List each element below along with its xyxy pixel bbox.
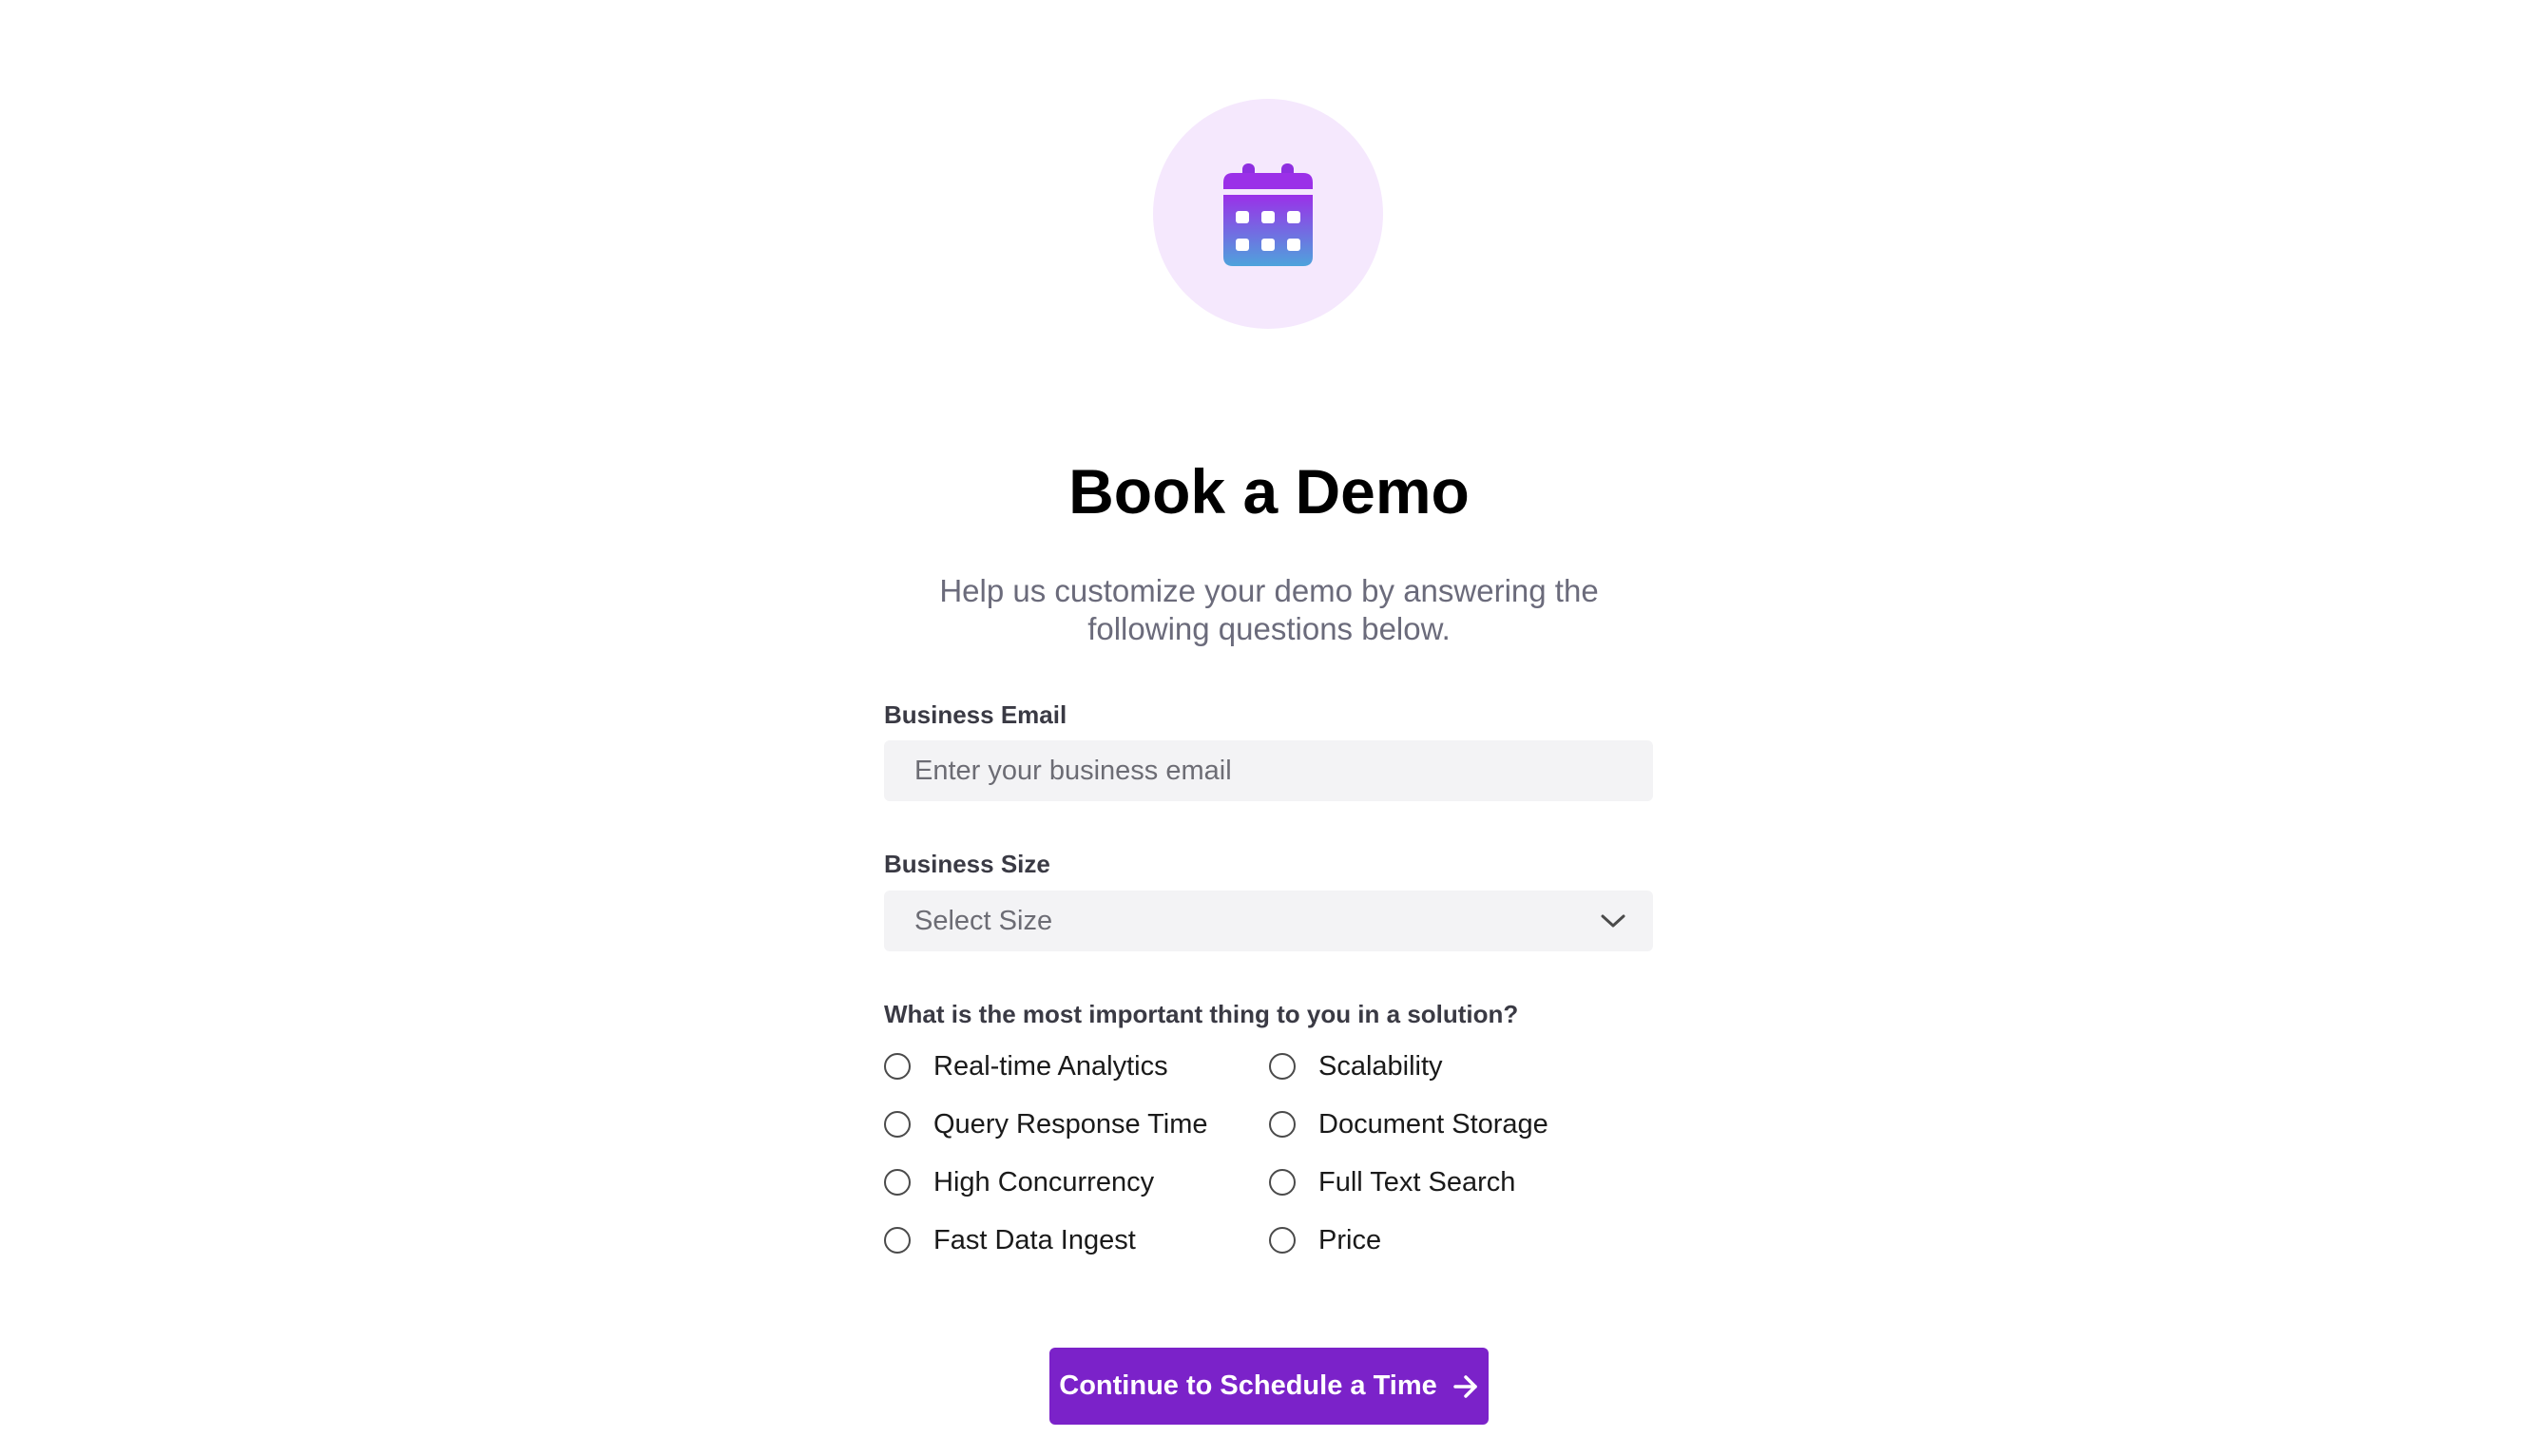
business-size-selected-value: Select Size xyxy=(914,905,1053,936)
option-high-concurrency[interactable]: High Concurrency xyxy=(884,1163,1154,1201)
option-document-storage[interactable]: Document Storage xyxy=(1269,1105,1548,1143)
radio-button[interactable] xyxy=(1269,1111,1296,1138)
page-title: Book a Demo xyxy=(1068,456,1470,527)
continue-to-schedule-button[interactable]: Continue to Schedule a Time xyxy=(1049,1348,1489,1425)
business-size-select[interactable]: Select Size xyxy=(884,891,1653,951)
page-subtitle: Help us customize your demo by answering… xyxy=(939,573,1599,646)
option-label: Scalability xyxy=(1318,1051,1443,1082)
book-demo-page: Book a Demo Help us customize your demo … xyxy=(0,0,2538,1456)
option-label: High Concurrency xyxy=(933,1167,1155,1197)
radio-button[interactable] xyxy=(1269,1227,1296,1254)
option-label: Fast Data Ingest xyxy=(933,1225,1136,1255)
option-label: Document Storage xyxy=(1318,1109,1548,1140)
continue-button-label: Continue to Schedule a Time xyxy=(1059,1370,1437,1401)
calendar-icon-badge xyxy=(1153,99,1383,329)
radio-button[interactable] xyxy=(884,1227,911,1254)
option-label: Query Response Time xyxy=(933,1109,1208,1140)
radio-button[interactable] xyxy=(884,1169,911,1196)
radio-button[interactable] xyxy=(1269,1053,1296,1080)
arrow-right-icon xyxy=(1452,1374,1477,1398)
radio-button[interactable] xyxy=(884,1111,911,1138)
radio-button[interactable] xyxy=(1269,1169,1296,1196)
solution-priority-options: Real-time Analytics Query Response Time … xyxy=(884,1047,1653,1285)
option-query-response-time[interactable]: Query Response Time xyxy=(884,1105,1208,1143)
business-email-input[interactable] xyxy=(884,740,1653,801)
radio-button[interactable] xyxy=(884,1053,911,1080)
calendar-icon xyxy=(1223,163,1313,266)
option-full-text-search[interactable]: Full Text Search xyxy=(1269,1163,1515,1201)
business-email-label: Business Email xyxy=(884,700,1067,729)
option-label: Real-time Analytics xyxy=(933,1051,1168,1082)
option-label: Price xyxy=(1318,1225,1382,1255)
chevron-down-icon xyxy=(1601,914,1625,928)
business-size-label: Business Size xyxy=(884,850,1050,878)
option-real-time-analytics[interactable]: Real-time Analytics xyxy=(884,1047,1168,1085)
option-fast-data-ingest[interactable]: Fast Data Ingest xyxy=(884,1221,1136,1259)
option-price[interactable]: Price xyxy=(1269,1221,1381,1259)
option-scalability[interactable]: Scalability xyxy=(1269,1047,1443,1085)
option-label: Full Text Search xyxy=(1318,1167,1516,1197)
solution-priority-question: What is the most important thing to you … xyxy=(884,1000,1519,1028)
